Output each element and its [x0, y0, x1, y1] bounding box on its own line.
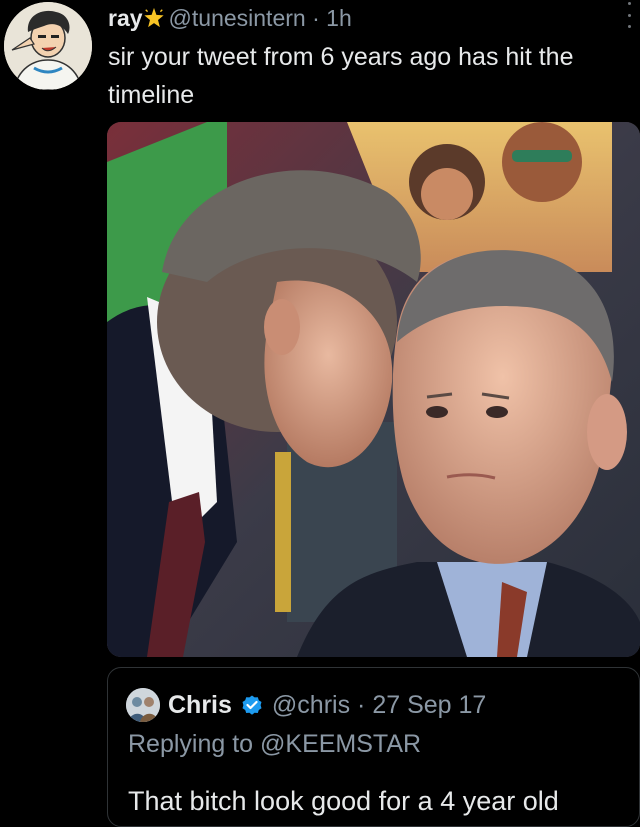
quoted-tweet-header: Chris @chris · 27 Sep 17 [126, 688, 486, 722]
meta-separator: · [312, 5, 320, 31]
author-avatar[interactable] [4, 2, 92, 90]
quoted-tweet-text: That bitch look good for a 4 year old [128, 786, 559, 816]
tweet-photo[interactable] [107, 122, 640, 657]
tweet-timestamp[interactable]: 1h [326, 5, 352, 31]
group-photo-icon [126, 688, 160, 722]
sparkle-star-icon [143, 7, 164, 28]
author-handle[interactable]: @tunesintern [169, 5, 306, 31]
quoted-tweet-card[interactable]: Chris @chris · 27 Sep 17 Replying to @KE… [107, 667, 640, 827]
more-options-icon[interactable] [628, 0, 634, 28]
avatar-illustration-icon [4, 2, 92, 90]
author-display-name[interactable]: ray [108, 5, 143, 31]
replying-to-line: Replying to @KEEMSTAR [128, 730, 421, 759]
quoted-tweet-date[interactable]: 27 Sep 17 [372, 689, 486, 721]
quoted-meta-separator: · [357, 691, 366, 719]
tweet-text: sir your tweet from 6 years ago has hit … [108, 43, 574, 109]
replying-to-label: Replying to [128, 730, 254, 758]
quoted-author-handle[interactable]: @chris [272, 689, 350, 721]
quoted-author-name[interactable]: Chris [168, 689, 232, 721]
photo-image [107, 122, 640, 657]
verified-badge-icon [242, 695, 262, 715]
replying-to-handle[interactable]: @KEEMSTAR [260, 730, 421, 758]
tweet-header: ray @tunesintern · 1h [108, 4, 352, 32]
quoted-author-avatar[interactable] [126, 688, 160, 722]
